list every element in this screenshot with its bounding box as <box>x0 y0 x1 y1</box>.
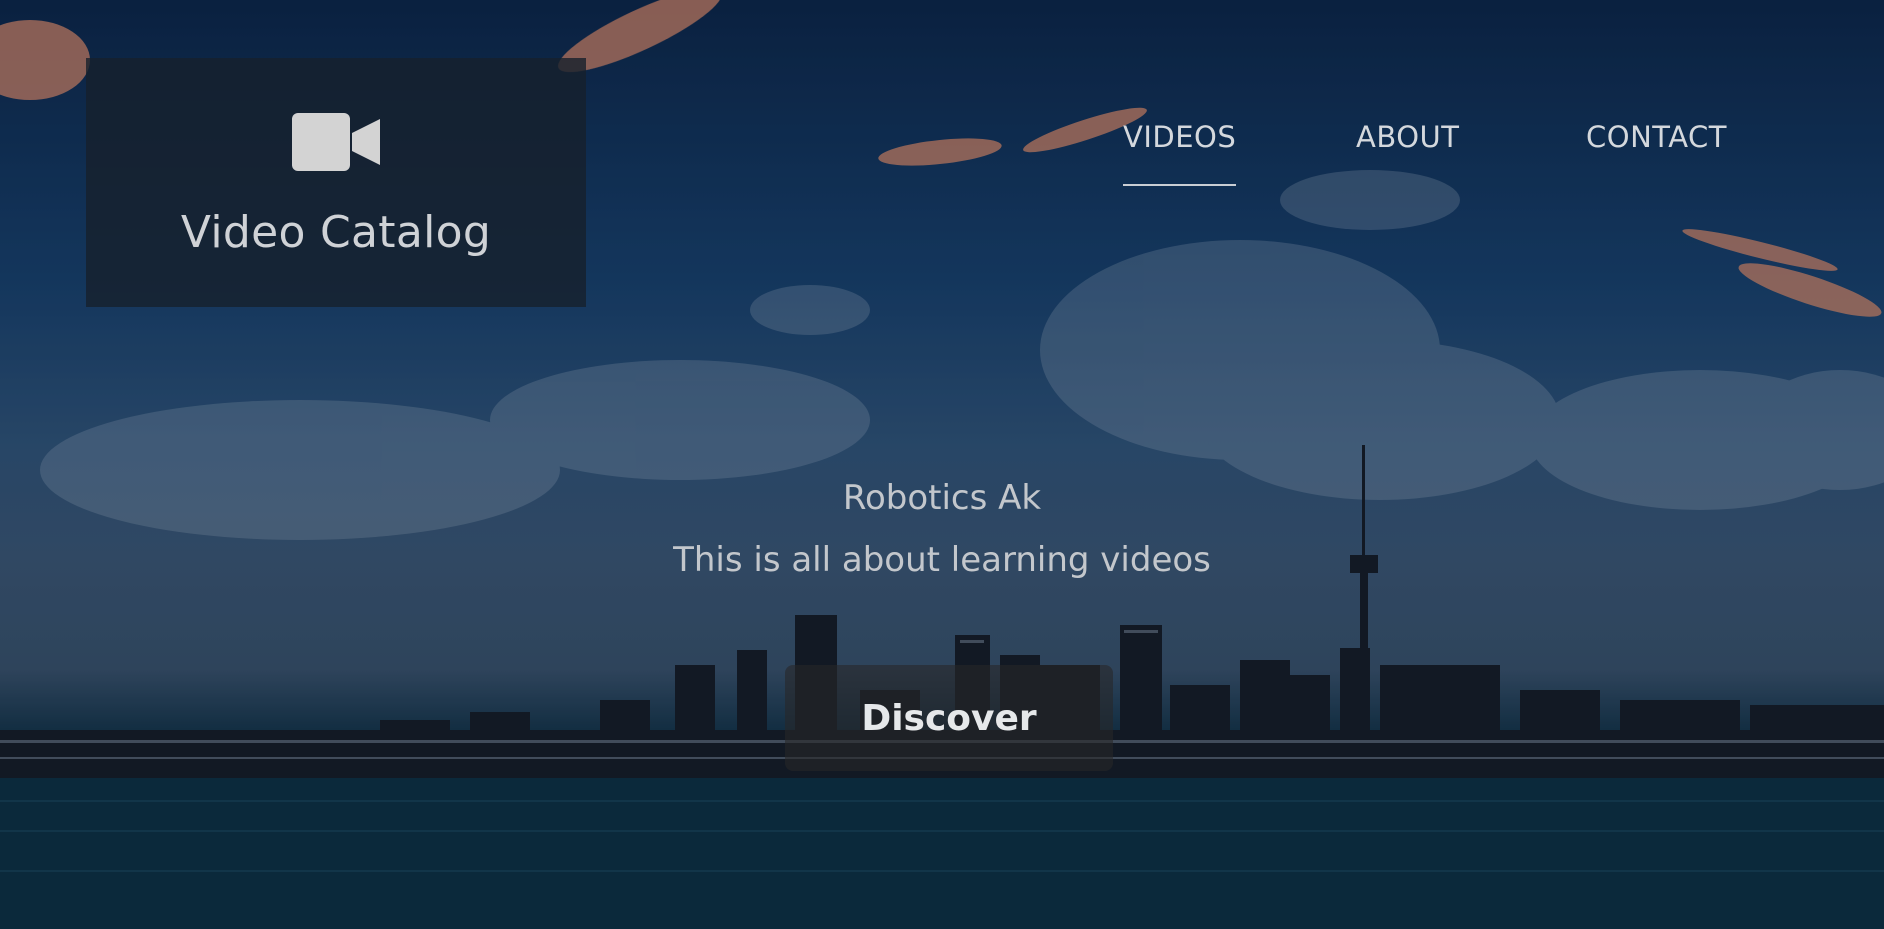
nav-videos-link[interactable]: VIDEOS <box>1123 120 1237 186</box>
main-nav: VIDEOS ABOUT CONTACT <box>0 120 1884 190</box>
nav-contact-link[interactable]: CONTACT <box>1586 120 1727 184</box>
hero-tagline: This is all about learning videos <box>673 540 1211 580</box>
discover-button[interactable]: Discover <box>785 665 1113 771</box>
nav-about-link[interactable]: ABOUT <box>1356 120 1460 184</box>
brand-title: Video Catalog <box>180 207 492 258</box>
hero-site-name: Robotics Ak <box>842 478 1042 518</box>
